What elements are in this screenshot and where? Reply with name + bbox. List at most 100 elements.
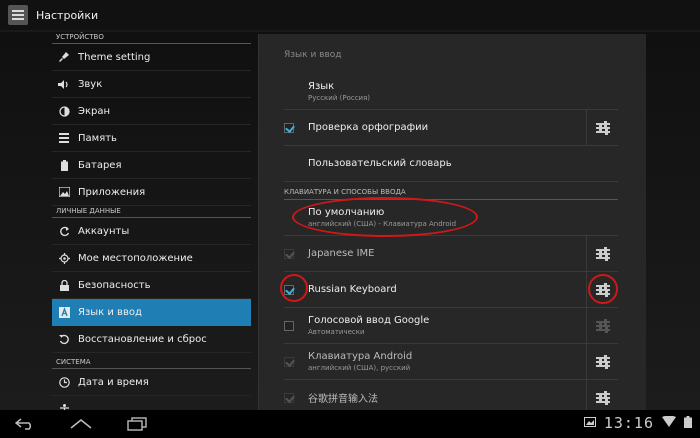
sidebar-item-label: Аккаунты bbox=[78, 225, 130, 237]
sync-icon bbox=[58, 225, 70, 237]
spellcheck-settings-button[interactable] bbox=[586, 110, 618, 145]
sidebar-item-label: Язык и ввод bbox=[78, 306, 142, 318]
setting-title: По умолчанию bbox=[308, 207, 385, 218]
setting-title: Язык bbox=[308, 81, 335, 92]
recent-apps-button[interactable] bbox=[124, 416, 150, 432]
ime-checkbox[interactable] bbox=[284, 320, 294, 331]
sidebar-item-battery[interactable]: Батарея bbox=[52, 152, 251, 179]
home-icon bbox=[70, 418, 92, 429]
sidebar-item-storage[interactable]: Память bbox=[52, 125, 251, 152]
back-icon bbox=[15, 418, 32, 430]
settings-sliders-icon bbox=[595, 318, 610, 333]
settings-sliders-icon bbox=[595, 354, 610, 369]
language-icon bbox=[58, 306, 70, 318]
sidebar-item-label: Экран bbox=[78, 105, 111, 117]
reset-icon bbox=[58, 333, 70, 345]
ime-settings-button[interactable] bbox=[586, 308, 618, 343]
section-header-personal: ЛИЧНЫЕ ДАННЫЕ bbox=[52, 206, 251, 218]
system-nav-bar: 13:16 bbox=[0, 410, 700, 438]
sidebar-item-label: Память bbox=[78, 132, 117, 144]
setting-title: Пользовательский словарь bbox=[308, 158, 452, 169]
settings-sliders-icon bbox=[595, 390, 610, 405]
home-button[interactable] bbox=[68, 416, 94, 432]
settings-app-icon[interactable] bbox=[8, 5, 28, 25]
status-area[interactable]: 13:16 bbox=[583, 414, 692, 432]
battery-status-icon bbox=[684, 415, 692, 431]
sidebar-item-backup-reset[interactable]: Восстановление и сброс bbox=[52, 326, 251, 353]
ime-title: Russian Keyboard bbox=[308, 284, 397, 295]
ime-summary: Автоматически bbox=[308, 328, 365, 336]
sidebar-item-display[interactable]: Экран bbox=[52, 98, 251, 125]
brush-icon bbox=[58, 51, 70, 63]
sidebar-item-sound[interactable]: Звук bbox=[52, 71, 251, 98]
ime-russian-keyboard[interactable]: Russian Keyboard bbox=[284, 272, 618, 308]
ime-google-pinyin[interactable]: 谷歌拼音输入法 bbox=[284, 380, 618, 410]
sidebar-item-security[interactable]: Безопасность bbox=[52, 272, 251, 299]
sidebar-item-accounts[interactable]: Аккаунты bbox=[52, 218, 251, 245]
sidebar-item-partial[interactable] bbox=[52, 396, 251, 410]
section-header-device: УСТРОЙСТВО bbox=[52, 32, 251, 44]
sidebar-item-apps[interactable]: Приложения bbox=[52, 179, 251, 206]
screenshot-icon bbox=[583, 416, 596, 430]
sidebar-item-label: Батарея bbox=[78, 159, 122, 171]
battery-icon bbox=[58, 159, 70, 171]
recent-apps-icon bbox=[127, 417, 147, 431]
sidebar-item-label: Восстановление и сброс bbox=[78, 333, 207, 345]
setting-summary: Русский (Россия) bbox=[308, 94, 371, 102]
spellcheck-checkbox[interactable] bbox=[284, 122, 294, 133]
ime-summary: английский (США), русский bbox=[308, 364, 411, 372]
wifi-icon bbox=[662, 415, 676, 430]
ime-title: 谷歌拼音输入法 bbox=[308, 394, 378, 405]
sidebar-item-label: Звук bbox=[78, 78, 103, 90]
ime-settings-button[interactable] bbox=[586, 344, 618, 379]
ime-title: Клавиатура Android bbox=[308, 351, 413, 362]
ime-settings-button[interactable] bbox=[586, 380, 618, 410]
location-icon bbox=[58, 252, 70, 264]
ime-checkbox[interactable] bbox=[284, 284, 294, 295]
default-keyboard-setting[interactable]: По умолчанию английский (США) - Клавиату… bbox=[284, 200, 618, 236]
clock: 13:16 bbox=[603, 414, 654, 432]
sidebar-item-location[interactable]: Мое местоположение bbox=[52, 245, 251, 272]
sidebar-item-label: Theme setting bbox=[78, 51, 151, 63]
ime-checkbox[interactable] bbox=[284, 392, 294, 403]
page-title: Настройки bbox=[36, 8, 99, 22]
back-button[interactable] bbox=[12, 416, 38, 432]
section-header-keyboard: КЛАВИАТУРА И СПОСОБЫ ВВОДА bbox=[284, 186, 618, 200]
sidebar-item-theme[interactable]: Theme setting bbox=[52, 44, 251, 71]
sidebar-item-label: Безопасность bbox=[78, 279, 151, 291]
settings-content: УСТРОЙСТВО Theme setting Звук Экран Памя… bbox=[0, 32, 700, 410]
setting-title: Проверка орфографии bbox=[308, 122, 429, 133]
ime-google-voice[interactable]: Голосовой ввод Google Автоматически bbox=[284, 308, 618, 344]
lock-icon bbox=[58, 279, 70, 291]
ime-settings-button[interactable] bbox=[586, 272, 618, 307]
user-dictionary-setting[interactable]: Пользовательский словарь bbox=[284, 146, 618, 182]
sidebar-item-date-time[interactable]: Дата и время bbox=[52, 369, 251, 396]
storage-icon bbox=[58, 132, 70, 144]
ime-title: Голосовой ввод Google bbox=[308, 315, 430, 326]
ime-android-keyboard[interactable]: Клавиатура Android английский (США), рус… bbox=[284, 344, 618, 380]
accessibility-icon bbox=[58, 403, 70, 410]
setting-summary: английский (США) - Клавиатура Android bbox=[308, 220, 457, 228]
brightness-icon bbox=[58, 105, 70, 117]
ime-checkbox[interactable] bbox=[284, 356, 294, 367]
settings-sliders-icon bbox=[595, 120, 610, 135]
ime-japanese[interactable]: Japanese IME bbox=[284, 236, 618, 272]
speaker-icon bbox=[58, 78, 70, 90]
settings-categories-list: УСТРОЙСТВО Theme setting Звук Экран Памя… bbox=[52, 32, 251, 410]
ime-settings-button[interactable] bbox=[586, 236, 618, 271]
sidebar-item-language-input[interactable]: Язык и ввод bbox=[52, 299, 251, 326]
spellcheck-setting[interactable]: Проверка орфографии bbox=[284, 110, 618, 146]
clock-icon bbox=[58, 376, 70, 388]
settings-sliders-icon bbox=[595, 246, 610, 261]
action-bar: Настройки bbox=[0, 0, 700, 32]
sidebar-item-label: Дата и время bbox=[78, 376, 149, 388]
pane-title: Язык и ввод bbox=[284, 50, 342, 60]
language-input-pane: Язык и ввод Язык Русский (Россия) Провер… bbox=[258, 34, 646, 410]
settings-sliders-icon bbox=[595, 282, 610, 297]
apps-icon bbox=[58, 186, 70, 198]
language-setting[interactable]: Язык Русский (Россия) bbox=[284, 74, 618, 110]
ime-checkbox[interactable] bbox=[284, 248, 294, 259]
section-header-system: СИСТЕМА bbox=[52, 357, 251, 369]
ime-title: Japanese IME bbox=[308, 248, 375, 259]
sidebar-item-label: Мое местоположение bbox=[78, 252, 193, 264]
